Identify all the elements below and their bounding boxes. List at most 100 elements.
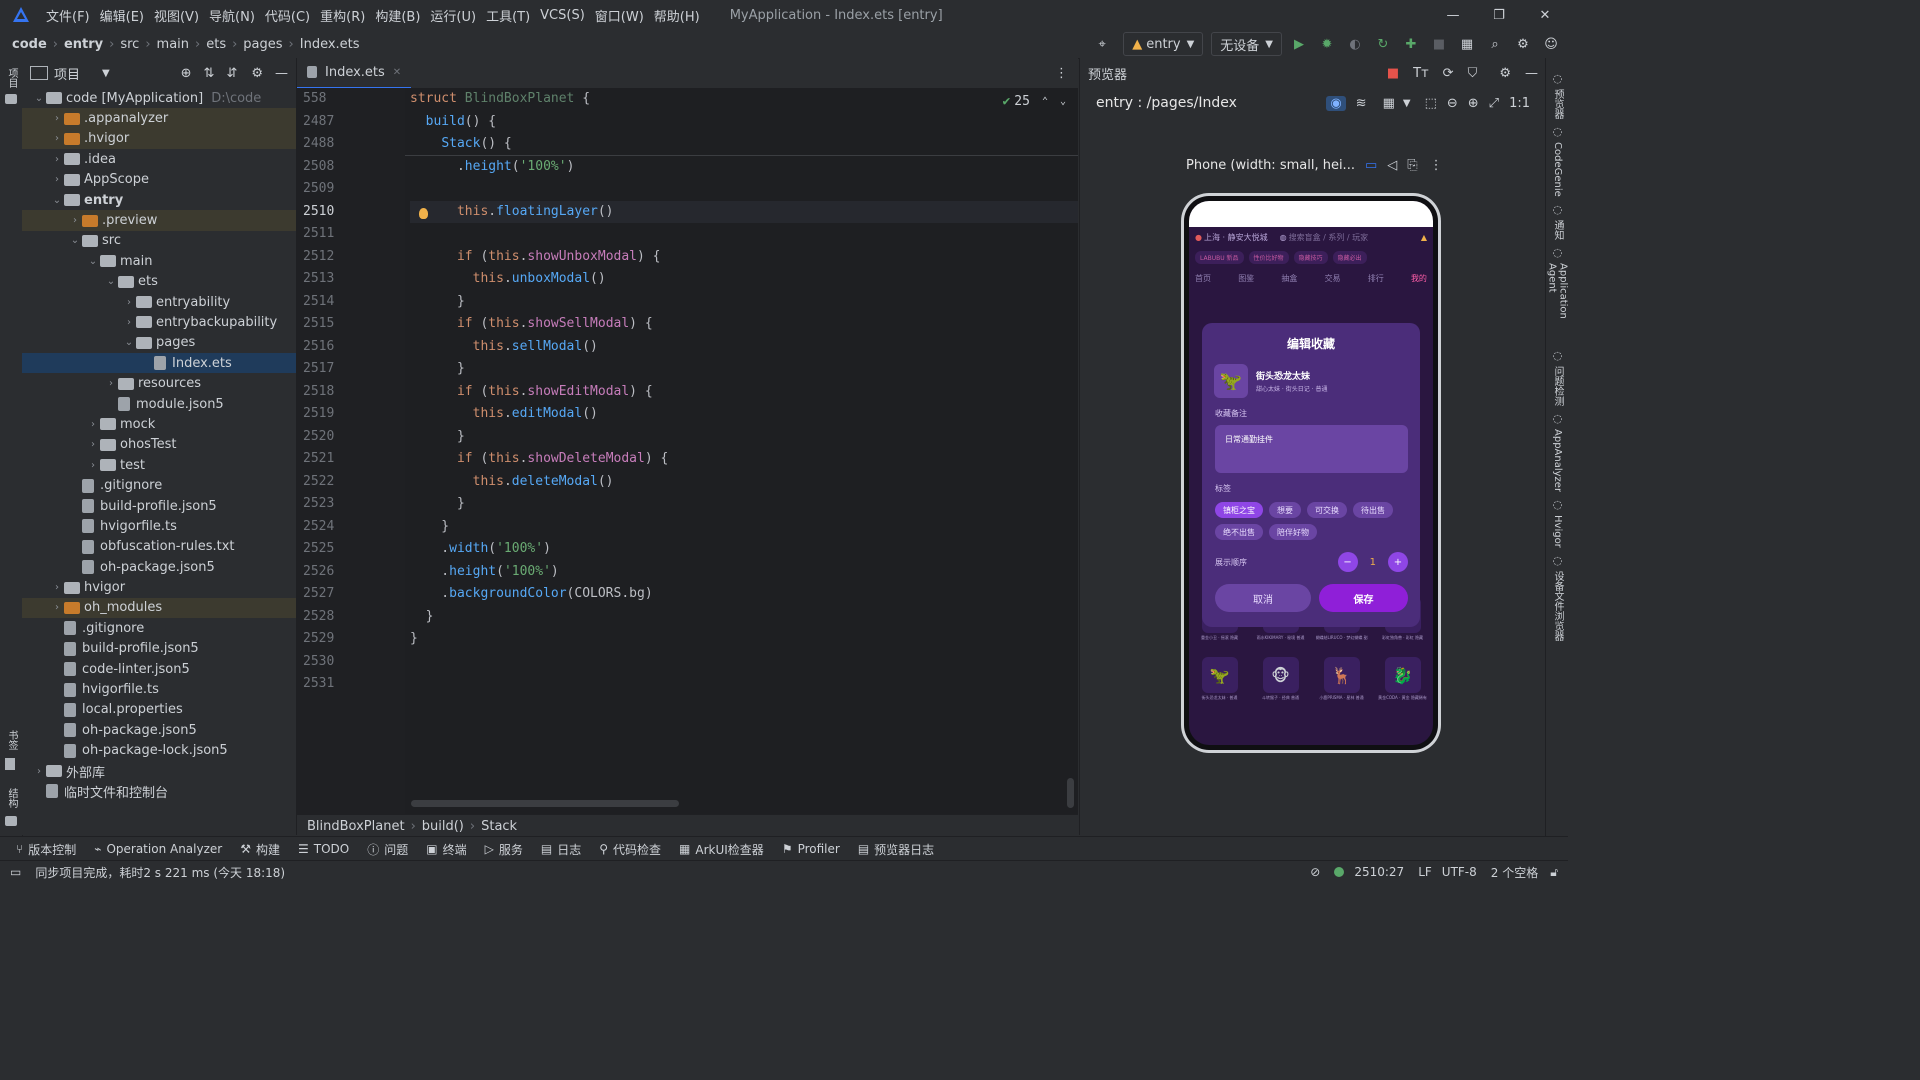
account-icon[interactable]: ☺ — [1540, 33, 1562, 55]
code-line[interactable]: if (this.showDeleteModal) { — [410, 448, 1078, 471]
more-icon[interactable]: ⋮ — [1430, 158, 1443, 173]
frame-icon[interactable]: ⬚ — [1425, 96, 1437, 111]
breadcrumb-item[interactable]: Stack — [481, 819, 517, 834]
tree-item[interactable]: › resources — [22, 373, 296, 393]
code-line[interactable]: if (this.showEditModal) { — [410, 381, 1078, 404]
code-line[interactable]: Stack() { — [410, 133, 1078, 156]
bottom-tool-button[interactable]: ⚲ 代码检查 — [599, 841, 661, 858]
menu-item[interactable]: 文件(F) — [46, 6, 90, 25]
tab-index-ets[interactable]: Index.ets ✕ — [297, 57, 412, 89]
device-manager-icon[interactable]: ▦ — [1456, 33, 1478, 55]
run-config-dropdown[interactable]: ▲ entry ▼ — [1123, 32, 1204, 56]
stop-icon[interactable]: ■ — [1428, 33, 1450, 55]
bookmarks-tool-button[interactable]: 书签 — [4, 730, 19, 750]
inspector-icon[interactable]: ⛉ — [1468, 66, 1478, 81]
tree-item[interactable]: hvigorfile.ts — [22, 679, 296, 699]
chevron-down-icon[interactable]: ⌄ — [32, 93, 46, 104]
code-line[interactable] — [410, 673, 1078, 696]
bottom-tool-button[interactable]: ▷ 服务 — [485, 841, 523, 858]
layers-icon[interactable]: ≋ — [1356, 96, 1367, 111]
tree-item[interactable]: › entryability — [22, 292, 296, 312]
project-panel-title[interactable]: 项目 — [54, 64, 80, 83]
settings-icon[interactable]: ⚙ — [1512, 33, 1534, 55]
location-label[interactable]: 上海 · 静安大悦城 — [1204, 232, 1268, 243]
indent-setting[interactable]: 2 个空格 — [1491, 864, 1538, 881]
attach-debugger-icon[interactable]: ✚ — [1400, 33, 1422, 55]
chevron-right-icon[interactable]: › — [50, 582, 64, 593]
chevron-down-icon[interactable]: ⌄ — [104, 276, 118, 287]
close-tab-icon[interactable]: ✕ — [393, 67, 401, 78]
menu-item[interactable]: 工具(T) — [486, 6, 530, 25]
tree-item[interactable]: ⌄ code [MyApplication] D:\code — [22, 88, 296, 108]
increment-button[interactable]: + — [1388, 552, 1408, 572]
zoom-in-icon[interactable]: ⊕ — [1468, 96, 1479, 111]
code-line[interactable]: this.editModal() — [410, 403, 1078, 426]
debug-icon[interactable]: ✹ — [1316, 33, 1338, 55]
right-tool-button[interactable]: Hvigor — [1552, 515, 1563, 548]
tree-item[interactable]: oh-package-lock.json5 — [22, 741, 296, 761]
bottom-tool-button[interactable]: ▦ ArkUI检查器 — [679, 841, 764, 858]
tree-item[interactable]: › .hvigor — [22, 128, 296, 150]
code-line[interactable]: .height('100%') — [410, 561, 1078, 584]
hot-tag[interactable]: 隐藏技巧 — [1293, 250, 1328, 264]
code-line[interactable]: } — [410, 358, 1078, 381]
zoom-out-icon[interactable]: ⊖ — [1447, 96, 1458, 111]
chevron-right-icon[interactable]: › — [122, 297, 136, 308]
tree-item[interactable]: oh-package.json5 — [22, 720, 296, 740]
hide-panel-icon[interactable]: — — [275, 66, 288, 81]
profile-icon[interactable]: ◐ — [1344, 33, 1366, 55]
right-tool-button[interactable]: CodeGenie — [1552, 142, 1563, 197]
fit-icon[interactable]: ⤢ — [1489, 96, 1499, 111]
tag-chip[interactable]: 待出售 — [1353, 502, 1393, 518]
tree-item[interactable]: ⌄ main — [22, 251, 296, 271]
tree-item[interactable]: › .idea — [22, 149, 296, 169]
decrement-button[interactable]: − — [1337, 552, 1358, 572]
chevron-right-icon[interactable]: › — [50, 602, 64, 613]
tree-item[interactable]: build-profile.json5 — [22, 639, 296, 659]
one-to-one-icon[interactable]: 1:1 — [1509, 96, 1530, 111]
breadcrumb-item[interactable]: code — [12, 37, 47, 52]
breadcrumb-item[interactable]: pages — [243, 37, 282, 52]
structure-tool-button[interactable]: 结构 — [4, 788, 19, 808]
gear-icon[interactable]: ⚙ — [1499, 66, 1511, 81]
hide-panel-icon[interactable]: — — [1525, 66, 1538, 81]
grid-icon[interactable]: ▦ — [1383, 96, 1395, 111]
bottom-tool-button[interactable]: ▤ 预览器日志 — [858, 841, 934, 858]
collection-card[interactable]: 🐵 斗转猴子 · 经典 普通 — [1255, 657, 1307, 701]
device-label[interactable]: Phone (width: small, hei... — [1186, 158, 1355, 173]
code-line[interactable]: } — [410, 291, 1078, 314]
horizontal-scrollbar[interactable] — [411, 800, 679, 807]
tree-item[interactable]: › entrybackupability — [22, 312, 296, 332]
tree-item[interactable]: › oh_modules — [22, 597, 296, 619]
bottom-tool-button[interactable]: ⌁ Operation Analyzer — [94, 842, 222, 856]
stop-preview-icon[interactable]: ■ — [1387, 66, 1399, 81]
power-save-icon[interactable]: ⊘ — [1310, 865, 1320, 879]
menu-item[interactable]: 视图(V) — [154, 6, 199, 25]
chevron-right-icon[interactable]: › — [86, 439, 100, 450]
phone-tab[interactable]: 交易 — [1325, 273, 1341, 284]
tree-item[interactable]: code-linter.json5 — [22, 659, 296, 679]
code-line[interactable]: struct BlindBoxPlanet { — [410, 88, 1078, 111]
tag-chip[interactable]: 镇柜之宝 — [1215, 502, 1263, 518]
code-line[interactable]: } — [410, 493, 1078, 516]
chevron-down-icon[interactable]: ▼ — [1403, 98, 1411, 109]
tree-item[interactable]: .gitignore — [22, 618, 296, 638]
right-tool-button[interactable]: 预览器 — [1550, 89, 1565, 119]
tree-item[interactable]: local.properties — [22, 700, 296, 720]
chevron-up-icon[interactable]: ⌃ — [1042, 96, 1048, 107]
code-line[interactable]: build() { — [410, 111, 1078, 134]
expand-all-icon[interactable]: ⇅ — [204, 66, 215, 81]
tree-item[interactable]: module.json5 — [22, 394, 296, 414]
project-tool-button[interactable]: 项目 — [4, 68, 19, 88]
tree-item[interactable]: › .appanalyzer — [22, 108, 296, 129]
run-icon[interactable]: ▶ — [1288, 33, 1310, 55]
hot-tag[interactable]: LABUBU 新品 — [1195, 250, 1244, 264]
code-line[interactable]: .backgroundColor(COLORS.bg) — [410, 583, 1078, 606]
menu-item[interactable]: 代码(C) — [265, 6, 310, 25]
code-line[interactable]: .height('100%') — [410, 156, 1078, 179]
tree-item[interactable]: .gitignore — [22, 475, 296, 495]
menu-item[interactable]: 编辑(E) — [100, 6, 144, 25]
back-icon[interactable]: ◁ — [1387, 158, 1397, 173]
right-tool-button[interactable]: Application Agent — [1547, 263, 1569, 343]
phone-tab[interactable]: 首页 — [1195, 273, 1211, 284]
